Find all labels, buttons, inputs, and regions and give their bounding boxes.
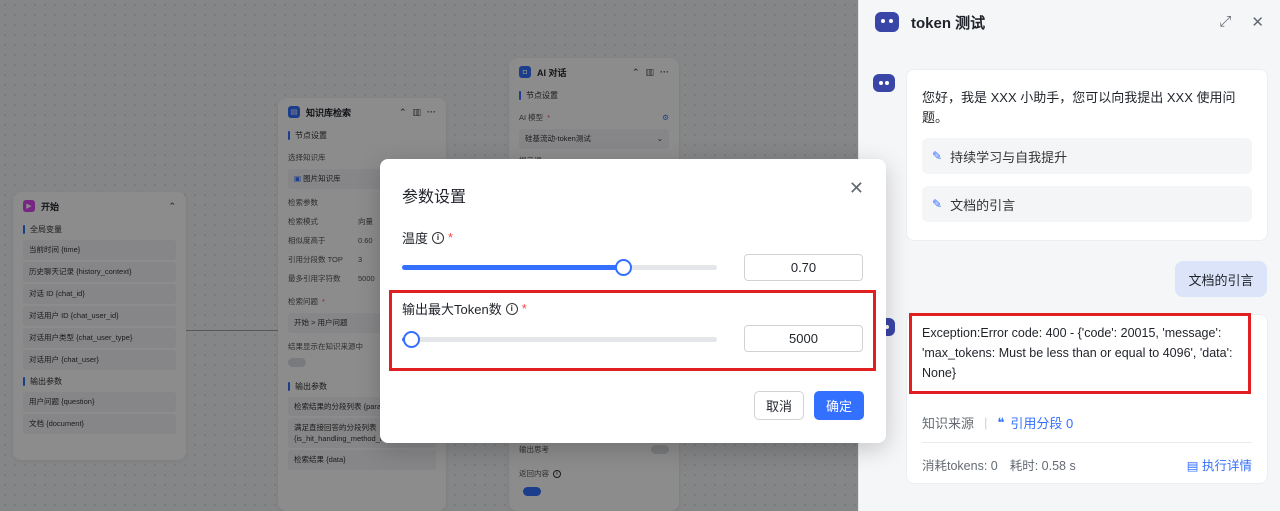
confirm-button[interactable]: 确定: [814, 391, 864, 420]
panel-header: token 测试 ⤢ ✕: [859, 0, 1280, 44]
suggestion-item[interactable]: ✎ 文档的引言: [922, 186, 1252, 222]
temperature-label-row: 温度 i *: [402, 228, 453, 247]
source-row: 知识来源 | ❝ 引用分段 0: [922, 413, 1074, 432]
chat-test-panel: token 测试 ⤢ ✕ 您好，我是 XXX 小助手，您可以向我提出 XXX 使…: [858, 0, 1280, 511]
greeting-text: 您好，我是 XXX 小助手，您可以向我提出 XXX 使用问题。: [922, 90, 1236, 125]
suggestion-label: 持续学习与自我提升: [950, 149, 1068, 165]
greeting-message: 您好，我是 XXX 小助手，您可以向我提出 XXX 使用问题。 ✎ 持续学习与自我…: [906, 69, 1268, 241]
params-modal: 参数设置 ✕ 温度 i * 0.70 输出最大Token数 i * 5000 取…: [380, 159, 886, 443]
user-message: 文档的引言: [1175, 261, 1267, 297]
error-highlight-box: [909, 313, 1251, 394]
close-icon[interactable]: ✕: [1251, 13, 1264, 31]
cite-link[interactable]: 引用分段 0: [1010, 413, 1073, 432]
temperature-slider-thumb[interactable]: [614, 259, 632, 276]
max-tokens-highlight-box: [389, 290, 876, 371]
edit-icon: ✎: [932, 197, 943, 211]
info-icon[interactable]: i: [432, 231, 445, 244]
source-label: 知识来源: [922, 416, 975, 431]
suggestion-item[interactable]: ✎ 持续学习与自我提升: [922, 138, 1252, 174]
bot-avatar-icon: [875, 12, 899, 32]
suggestion-label: 文档的引言: [950, 197, 1016, 213]
cancel-button[interactable]: 取消: [754, 391, 804, 420]
temperature-slider-fill: [402, 265, 623, 270]
quote-icon: ❝: [997, 414, 1005, 430]
stats-row: 消耗tokens: 0 耗时: 0.58 s ▤ 执行详情: [922, 455, 1252, 474]
detail-link[interactable]: ▤ 执行详情: [1187, 455, 1252, 474]
temperature-label: 温度: [402, 231, 429, 246]
edit-icon: ✎: [932, 149, 943, 163]
required-mark: *: [448, 230, 454, 245]
temperature-input[interactable]: 0.70: [744, 254, 863, 281]
divider: [922, 442, 1252, 443]
temperature-slider[interactable]: [402, 259, 717, 276]
modal-title: 参数设置: [402, 189, 467, 206]
expand-icon[interactable]: ⤢: [1219, 13, 1231, 31]
time-stat: 耗时: 0.58 s: [1009, 459, 1076, 473]
close-icon[interactable]: ✕: [849, 178, 864, 199]
tokens-stat: 消耗tokens: 0: [922, 459, 998, 473]
document-icon: ▤: [1186, 459, 1202, 473]
detail-label: 执行详情: [1201, 459, 1252, 473]
bot-avatar-icon: [873, 74, 895, 92]
panel-title: token 测试: [911, 14, 986, 32]
